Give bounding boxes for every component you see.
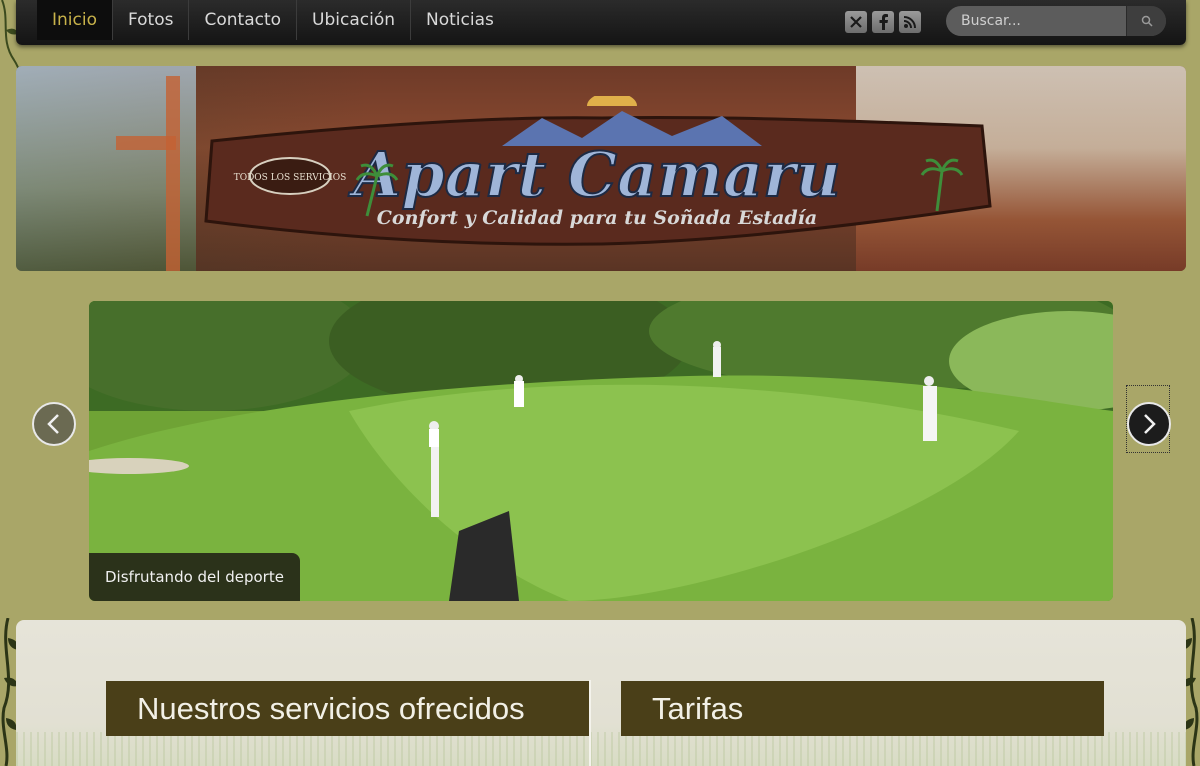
main-content: Nuestros servicios ofrecidos Tarifas — [16, 620, 1186, 766]
slide-caption: Disfrutando del deporte — [89, 553, 300, 601]
social-links — [845, 11, 921, 33]
chevron-right-icon — [1144, 414, 1156, 434]
search-input[interactable] — [946, 6, 1126, 36]
logo-badge-text: TODOS LOS SERVICIOS — [234, 173, 347, 183]
logo-title: Apart Camaru — [348, 138, 841, 211]
nav-item-contacto[interactable]: Contacto — [189, 0, 298, 40]
x-icon[interactable] — [845, 11, 867, 33]
rates-heading: Tarifas — [621, 681, 1104, 736]
slider-next-button[interactable] — [1127, 402, 1171, 446]
search-box — [946, 6, 1166, 36]
nav-item-inicio[interactable]: Inicio — [37, 0, 113, 40]
search-button[interactable] — [1126, 6, 1166, 36]
slider-prev-button[interactable] — [32, 402, 76, 446]
logo-tagline: Confort y Calidad para tu Soñada Estadía — [377, 207, 817, 229]
nav-item-noticias[interactable]: Noticias — [411, 0, 509, 40]
main-menu: Inicio Fotos Contacto Ubicación Noticias — [16, 0, 509, 40]
nav-item-fotos[interactable]: Fotos — [113, 0, 190, 40]
header-banner: TODOS LOS SERVICIOS Apart Camaru Confort… — [16, 66, 1186, 271]
search-icon — [1141, 15, 1153, 27]
facebook-icon[interactable] — [872, 11, 894, 33]
column-divider — [589, 680, 591, 766]
top-navbar: Inicio Fotos Contacto Ubicación Noticias — [16, 0, 1186, 45]
nav-item-ubicacion[interactable]: Ubicación — [297, 0, 411, 40]
chevron-left-icon — [47, 414, 59, 434]
logo-sign: TODOS LOS SERVICIOS Apart Camaru Confort… — [204, 96, 992, 246]
image-slider: Disfrutando del deporte — [89, 301, 1113, 601]
grass-decoration — [16, 732, 1186, 766]
rss-icon[interactable] — [899, 11, 921, 33]
services-heading: Nuestros servicios ofrecidos — [106, 681, 589, 736]
